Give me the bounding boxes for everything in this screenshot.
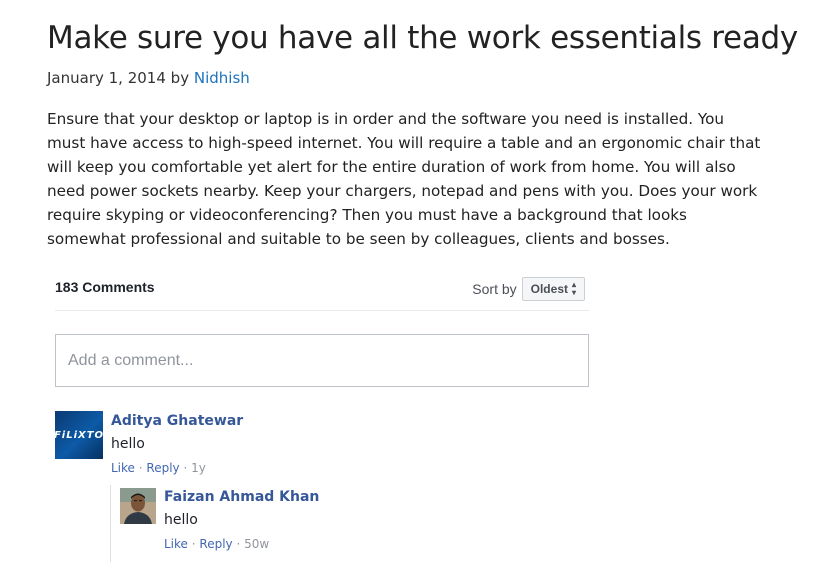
separator: · <box>138 461 143 475</box>
comment-author[interactable]: Faizan Ahmad Khan <box>164 489 319 505</box>
post-author-link[interactable]: Nidhish <box>194 69 250 87</box>
comment-input[interactable] <box>66 348 570 374</box>
avatar-logo-text: FiLiXTO <box>53 429 105 441</box>
comment-age[interactable]: 50w <box>244 537 269 551</box>
post-by: by <box>170 69 190 87</box>
separator: · <box>236 537 241 551</box>
comments-header: 183 Comments Sort by Oldest ▴ ▾ <box>55 270 589 311</box>
avatar[interactable] <box>120 488 156 524</box>
sort-dropdown[interactable]: Oldest ▴ ▾ <box>521 277 585 301</box>
comment-actions: Like · Reply · 1y <box>111 461 206 475</box>
separator: · <box>191 537 196 551</box>
reply-link[interactable]: Reply <box>199 537 232 551</box>
comment-text: hello <box>164 512 198 528</box>
sort-control: Sort by Oldest ▴ ▾ <box>472 277 585 301</box>
comment-age[interactable]: 1y <box>191 461 206 475</box>
like-link[interactable]: Like <box>164 537 188 551</box>
comments-plugin: 183 Comments Sort by Oldest ▴ ▾ <box>55 270 589 387</box>
comment-author[interactable]: Aditya Ghatewar <box>111 413 243 429</box>
comment-text: hello <box>111 436 145 452</box>
sort-label: Sort by <box>472 281 517 297</box>
like-link[interactable]: Like <box>111 461 135 475</box>
separator: · <box>183 461 188 475</box>
person-photo-icon <box>120 488 156 524</box>
avatar[interactable]: FiLiXTO <box>53 411 105 459</box>
comment-actions: Like · Reply · 50w <box>164 537 269 551</box>
sort-value: Oldest <box>530 282 568 296</box>
sort-caret-icon: ▴ ▾ <box>571 280 576 297</box>
post-body: Ensure that your desktop or laptop is in… <box>47 110 761 248</box>
post-date: January 1, 2014 <box>47 69 166 87</box>
post-title: Make sure you have all the work essentia… <box>47 20 798 56</box>
reply-link[interactable]: Reply <box>146 461 179 475</box>
reply-thread-line <box>110 485 111 562</box>
comment-count: 183 Comments <box>55 279 155 295</box>
comment-input-box[interactable] <box>55 334 589 387</box>
post-meta: January 1, 2014 by Nidhish <box>47 69 250 87</box>
